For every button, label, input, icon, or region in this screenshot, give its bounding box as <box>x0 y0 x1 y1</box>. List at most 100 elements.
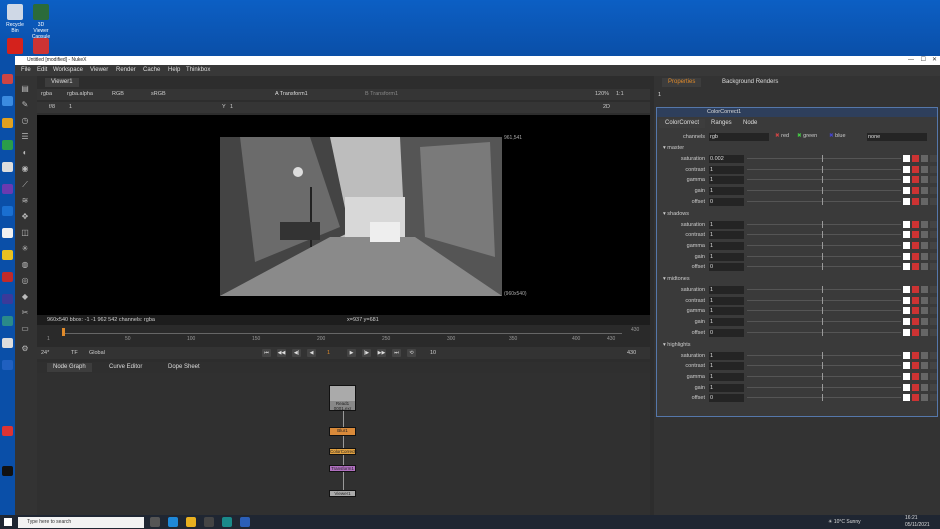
knob-slider[interactable] <box>747 331 901 333</box>
knob-slider[interactable] <box>747 179 901 181</box>
slider-handle[interactable] <box>822 307 823 315</box>
ratio-dropdown[interactable]: 1:1 <box>616 90 624 99</box>
color-picker-icon[interactable] <box>912 328 919 336</box>
slider-handle[interactable] <box>822 263 823 271</box>
color-picker-icon[interactable] <box>912 286 919 293</box>
knob-slider[interactable] <box>747 190 901 192</box>
channel-tool-icon[interactable]: ☰ <box>19 132 31 141</box>
color-picker-icon[interactable] <box>912 165 919 173</box>
color-picker-icon[interactable] <box>912 155 919 162</box>
tab-ranges[interactable]: Ranges <box>705 119 738 128</box>
gamma-value[interactable]: 1 <box>230 103 233 112</box>
minimize-button[interactable]: — <box>908 56 914 65</box>
app-icon[interactable] <box>2 140 13 150</box>
fstop-label[interactable]: f/8 <box>49 103 55 112</box>
color-picker-icon[interactable] <box>912 176 919 184</box>
channel-split-icon[interactable] <box>921 307 928 315</box>
task-view-icon[interactable] <box>150 517 160 527</box>
animation-menu-icon[interactable] <box>930 263 937 271</box>
color-picker-icon[interactable] <box>912 231 919 239</box>
menu-help[interactable]: Help <box>168 65 180 76</box>
animation-menu-icon[interactable] <box>930 296 937 304</box>
color-swatch-icon[interactable] <box>903 307 910 315</box>
knob-value-field[interactable]: 1 <box>709 362 744 371</box>
menu-thinkbox[interactable]: Thinkbox <box>186 65 210 76</box>
color-picker-icon[interactable] <box>912 307 919 315</box>
slider-handle[interactable] <box>822 197 823 205</box>
knob-value-field[interactable]: 0 <box>709 394 744 403</box>
mask-channel-dropdown[interactable]: none <box>867 133 927 141</box>
app-icon[interactable] <box>2 360 13 370</box>
node-name-field[interactable]: ColorCorrect1 <box>707 108 741 117</box>
animation-menu-icon[interactable] <box>930 187 937 195</box>
channel-split-icon[interactable] <box>921 318 928 326</box>
color-swatch-icon[interactable] <box>903 155 910 162</box>
animation-menu-icon[interactable] <box>930 307 937 315</box>
app-icon[interactable] <box>2 272 13 282</box>
channel-split-icon[interactable] <box>921 197 928 205</box>
knob-value-field[interactable]: 1 <box>709 351 744 360</box>
color-picker-icon[interactable] <box>912 362 919 370</box>
slider-handle[interactable] <box>822 362 823 370</box>
node-graph-canvas[interactable]: Read1 0001.exr Blur1 ColorCorrect1 Trans… <box>37 373 650 515</box>
section-master[interactable]: ▾ master <box>663 144 684 153</box>
knob-slider[interactable] <box>747 244 901 246</box>
color-swatch-icon[interactable] <box>903 176 910 184</box>
color-swatch-icon[interactable] <box>903 241 910 249</box>
channel-split-icon[interactable] <box>921 220 928 228</box>
alpha-dropdown[interactable]: rgba.alpha <box>67 90 93 99</box>
app-taskbar-icon[interactable] <box>222 517 232 527</box>
blur-node[interactable]: Blur1 <box>329 427 356 436</box>
draw-tool-icon[interactable]: ✎ <box>19 100 31 109</box>
animation-menu-icon[interactable] <box>930 197 937 205</box>
deep-tool-icon[interactable]: ◍ <box>19 260 31 269</box>
animation-menu-icon[interactable] <box>930 165 937 173</box>
play-back-icon[interactable]: ◀ <box>307 349 316 357</box>
knob-value-field[interactable]: 1 <box>709 231 744 240</box>
last-frame-icon[interactable]: ⏭ <box>392 349 401 357</box>
tab-node-graph[interactable]: Node Graph <box>47 363 92 372</box>
color-swatch-icon[interactable] <box>903 394 910 402</box>
desktop-icon-recycle-bin[interactable]: Recycle Bin <box>4 4 26 34</box>
knob-value-field[interactable]: 1 <box>709 307 744 316</box>
channel-split-icon[interactable] <box>921 362 928 370</box>
particles-tool-icon[interactable]: ✳ <box>19 244 31 253</box>
section-midtones[interactable]: ▾ midtones <box>663 275 690 284</box>
animation-menu-icon[interactable] <box>930 318 937 326</box>
color-swatch-icon[interactable] <box>903 197 910 205</box>
slider-handle[interactable] <box>822 286 823 293</box>
close-button[interactable]: ✕ <box>932 56 937 65</box>
app-icon[interactable] <box>2 316 13 326</box>
menu-edit[interactable]: Edit <box>37 65 47 76</box>
prev-key-icon[interactable]: ◀◀ <box>277 349 286 357</box>
channel-split-icon[interactable] <box>921 394 928 402</box>
knob-slider[interactable] <box>747 321 901 323</box>
app-icon[interactable] <box>2 250 13 260</box>
rgb-dropdown[interactable]: RGB <box>112 90 124 99</box>
step-forward-icon[interactable]: |▶ <box>362 349 371 357</box>
animation-menu-icon[interactable] <box>930 176 937 184</box>
blue-checkbox[interactable]: ✖ blue <box>829 133 846 139</box>
color-picker-icon[interactable] <box>912 187 919 195</box>
color-picker-icon[interactable] <box>912 241 919 249</box>
channel-split-icon[interactable] <box>921 263 928 271</box>
tab-curve-editor[interactable]: Curve Editor <box>103 363 148 372</box>
color-swatch-icon[interactable] <box>903 362 910 370</box>
slider-handle[interactable] <box>822 155 823 162</box>
animation-menu-icon[interactable] <box>930 252 937 260</box>
lut-dropdown[interactable]: sRGB <box>151 90 166 99</box>
clock[interactable]: 16:21 05/11/2021 <box>905 515 930 529</box>
color-swatch-icon[interactable] <box>903 351 910 359</box>
knob-value-field[interactable]: 1 <box>709 165 744 174</box>
color-picker-icon[interactable] <box>912 252 919 260</box>
slider-handle[interactable] <box>822 372 823 380</box>
next-key-icon[interactable]: ▶▶ <box>377 349 386 357</box>
knob-value-field[interactable]: 0 <box>709 263 744 272</box>
slider-handle[interactable] <box>822 394 823 402</box>
app-icon[interactable] <box>2 426 13 436</box>
channel-split-icon[interactable] <box>921 155 928 162</box>
nuke-taskbar-icon[interactable] <box>204 517 214 527</box>
word-icon[interactable] <box>240 517 250 527</box>
color-picker-icon[interactable] <box>912 394 919 402</box>
animation-menu-icon[interactable] <box>930 372 937 380</box>
